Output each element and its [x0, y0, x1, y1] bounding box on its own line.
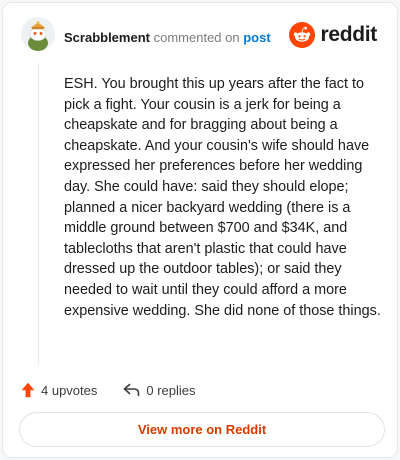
comment-embed-card: Scrabblement commented on post reddit ES…: [2, 2, 398, 458]
upvote-arrow-icon: [21, 382, 35, 398]
brand-wordmark: reddit: [320, 23, 377, 46]
comment-header: Scrabblement commented on post reddit: [21, 17, 379, 57]
view-more-button[interactable]: View more on Reddit: [19, 412, 385, 447]
replies-count: 0 replies: [146, 382, 196, 398]
snoo-avatar-icon[interactable]: [21, 17, 55, 51]
author-username[interactable]: Scrabblement: [64, 30, 150, 45]
comment-byline: Scrabblement commented on post: [64, 30, 271, 45]
upvote-button[interactable]: 4 upvotes: [21, 382, 97, 398]
reply-arrow-icon: [124, 383, 140, 397]
upvotes-count: 4 upvotes: [41, 382, 98, 398]
post-link[interactable]: post: [243, 30, 270, 45]
reddit-brand[interactable]: reddit: [289, 21, 377, 49]
reply-button[interactable]: 0 replies: [123, 382, 196, 398]
reddit-logo-icon: [289, 22, 316, 48]
thread-line: [38, 63, 39, 365]
comment-actions: 4 upvotes 0 replies: [21, 379, 222, 401]
comment-body: ESH. You brought this up years after the…: [64, 76, 381, 319]
byline-action-text: commented on: [153, 30, 240, 45]
